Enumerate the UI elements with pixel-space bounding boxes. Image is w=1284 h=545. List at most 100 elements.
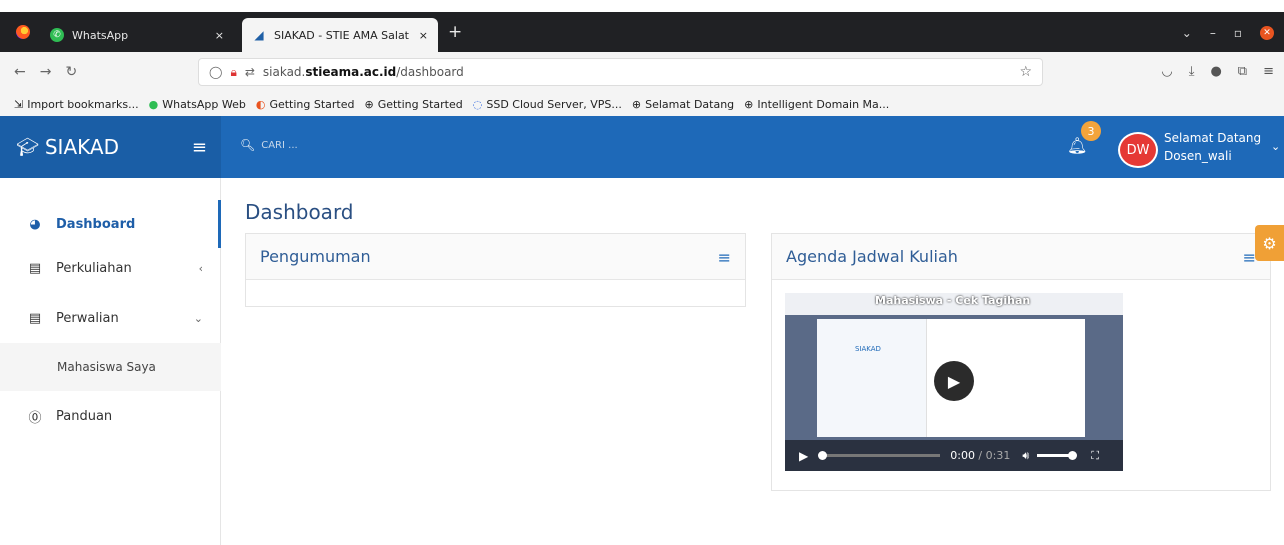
chevron-down-icon: ⌄ <box>193 311 203 325</box>
new-tab-button[interactable]: + <box>448 22 462 42</box>
video-time: 0:00 / 0:31 <box>950 449 1011 462</box>
bookmarks-bar: ⇲ Import bookmarks... ● WhatsApp Web ◐ Gett… <box>0 92 1284 116</box>
help-icon: ⓪ <box>28 410 42 426</box>
bookmark-star-icon[interactable]: ☆ <box>1019 64 1032 80</box>
brand[interactable]: 🎓︎ SIAKAD ≡ <box>0 116 221 178</box>
username: Dosen_wali <box>1164 149 1232 163</box>
tab-whatsapp[interactable]: ✆ WhatsApp × <box>40 18 234 52</box>
toolbar-icons: ◡ ⤓ ● ⧉ ≡ <box>1161 64 1274 79</box>
forward-icon[interactable]: → <box>40 64 52 80</box>
sidebar-item-perkuliahan[interactable]: ▤ Perkuliahan ‹ <box>0 244 221 292</box>
seek-handle[interactable] <box>818 451 828 460</box>
permissions-icon[interactable]: ⇄ <box>245 65 255 79</box>
video-frame-panel <box>817 319 927 437</box>
sidebar-subitem-mahasiswa-saya[interactable]: Mahasiswa Saya <box>0 343 221 391</box>
card-menu-icon[interactable]: ≡ <box>718 248 731 267</box>
cloud-icon: ◌ <box>472 97 483 111</box>
card-menu-icon[interactable]: ≡ <box>1243 248 1256 267</box>
sidebar-item-label: Mahasiswa Saya <box>57 360 156 374</box>
chevron-left-icon: ‹ <box>198 261 203 275</box>
bookmark-intelligent-domain[interactable]: ⊕ Intelligent Domain Ma... <box>744 98 889 111</box>
extensions-icon[interactable]: ⧉ <box>1238 64 1247 79</box>
tab-siakad[interactable]: ◢ SIAKAD - STIE AMA Salat × <box>242 18 438 52</box>
account-icon[interactable]: ● <box>1210 64 1221 79</box>
graduation-cap-icon: 🎓︎ <box>16 136 39 158</box>
import-icon: ⇲ <box>14 97 24 111</box>
volume-slider[interactable] <box>1037 451 1078 460</box>
lock-icon[interactable]: 🔒︎ <box>230 65 236 80</box>
fullscreen-icon[interactable]: ⛶ <box>1091 449 1099 463</box>
menu-icon[interactable]: ≡ <box>1263 64 1274 79</box>
window-controls: ⌄ – ▫ ✕ <box>1182 26 1274 40</box>
sidebar-item-label: Perkuliahan <box>56 260 132 276</box>
bookmark-ssd-cloud[interactable]: ◌ SSD Cloud Server, VPS... <box>473 98 622 111</box>
seek-bar[interactable] <box>818 451 941 460</box>
url-prefix: siakad. <box>262 65 306 79</box>
play-button[interactable]: ▶ <box>934 361 974 401</box>
settings-gear-icon[interactable]: ⚙ <box>1255 225 1284 261</box>
video-player[interactable]: SIAKAD Mahasiswa - Cek Tagihan ▶ ▶ 0:00 … <box>785 293 1123 471</box>
minimize-icon[interactable]: – <box>1210 26 1216 40</box>
ubuntu-icon: ◐ <box>255 97 266 111</box>
search-icon: 🔍︎ <box>240 138 256 152</box>
graduation-cap-icon: ◢ <box>254 28 264 42</box>
search-box[interactable]: 🔍︎ CARI ... <box>240 138 298 152</box>
book-icon: ▤ <box>28 260 42 276</box>
bookmark-import[interactable]: ⇲ Import bookmarks... <box>14 98 139 111</box>
play-icon[interactable]: ▶ <box>799 449 808 463</box>
bookmark-selamat-datang[interactable]: ⊕ Selamat Datang <box>632 98 734 111</box>
bookmark-whatsapp-web[interactable]: ● WhatsApp Web <box>149 98 246 111</box>
volume-icon[interactable]: 🔊︎ <box>1022 449 1029 463</box>
card-header: Agenda Jadwal Kuliah ≡ <box>772 234 1270 280</box>
card-title: Pengumuman <box>260 247 371 266</box>
reload-icon[interactable]: ↻ <box>65 64 77 80</box>
sidebar-item-perwalian[interactable]: ▤ Perwalian ⌄ <box>0 294 221 342</box>
card-header: Pengumuman ≡ <box>246 234 745 280</box>
close-window-icon[interactable]: ✕ <box>1260 26 1274 40</box>
sidebar-item-panduan[interactable]: ⓪ Panduan <box>0 392 221 440</box>
search-placeholder: CARI ... <box>261 139 298 151</box>
window-top-edge <box>0 0 1284 12</box>
chevron-down-icon[interactable]: ⌄ <box>1182 26 1192 40</box>
globe-icon: ⊕ <box>631 97 642 111</box>
close-icon[interactable]: × <box>419 29 428 42</box>
volume-handle[interactable] <box>1068 451 1078 460</box>
sidebar-item-label: Panduan <box>56 408 113 424</box>
app-header: 🎓︎ SIAKAD ≡ 🔍︎ CARI ... 🔔︎ 3 DW Selamat … <box>0 116 1284 178</box>
close-icon[interactable]: × <box>215 29 224 42</box>
maximize-icon[interactable]: ▫ <box>1234 26 1242 40</box>
sidebar-item-label: Perwalian <box>56 310 119 326</box>
shield-icon: ◯ <box>209 65 223 79</box>
download-icon[interactable]: ⤓ <box>1189 64 1195 79</box>
browser-tab-bar: ✆ WhatsApp × ◢ SIAKAD - STIE AMA Salat ×… <box>0 12 1284 52</box>
sidebar-item-dashboard[interactable]: ◕ Dashboard <box>0 200 221 248</box>
bookmark-getting-started-2[interactable]: ⊕ Getting Started <box>364 98 462 111</box>
bookmark-getting-started[interactable]: ◐ Getting Started <box>256 98 355 111</box>
sidebar-item-label: Dashboard <box>56 216 136 232</box>
chevron-down-icon[interactable]: ⌄ <box>1271 140 1280 153</box>
brand-name: SIAKAD <box>44 135 119 159</box>
back-icon[interactable]: ← <box>14 64 26 80</box>
firefox-icon <box>16 25 30 39</box>
book-icon: ▤ <box>28 310 42 326</box>
dashboard-icon: ◕ <box>29 216 41 232</box>
whatsapp-icon: ✆ <box>50 28 64 42</box>
pocket-icon[interactable]: ◡ <box>1161 64 1172 79</box>
whatsapp-icon: ● <box>148 97 159 111</box>
navigation-bar: ← → ↻ ◯ 🔒︎ ⇄ siakad. stieama.ac.id/dashbo… <box>0 52 1284 92</box>
tab-title: SIAKAD - STIE AMA Salat <box>274 28 409 42</box>
video-controls: ▶ 0:00 / 0:31 🔊︎ ⛶ <box>785 440 1123 471</box>
globe-icon: ⊕ <box>364 97 374 111</box>
url-path: /dashboard <box>396 65 464 79</box>
tab-title: WhatsApp <box>72 28 129 42</box>
user-greeting[interactable]: Selamat Datang Dosen_wali <box>1164 129 1261 165</box>
globe-icon: ⊕ <box>744 97 754 111</box>
avatar[interactable]: DW <box>1118 132 1158 168</box>
notification-badge: 3 <box>1081 121 1101 141</box>
video-frame-brand: SIAKAD <box>855 345 881 353</box>
card-title: Agenda Jadwal Kuliah <box>786 247 958 266</box>
address-bar[interactable]: ◯ 🔒︎ ⇄ siakad. stieama.ac.id/dashboard ☆ <box>198 58 1043 86</box>
page-title: Dashboard <box>245 200 354 224</box>
url-domain: stieama.ac.id <box>305 65 397 79</box>
hamburger-menu-icon[interactable]: ≡ <box>192 137 207 158</box>
